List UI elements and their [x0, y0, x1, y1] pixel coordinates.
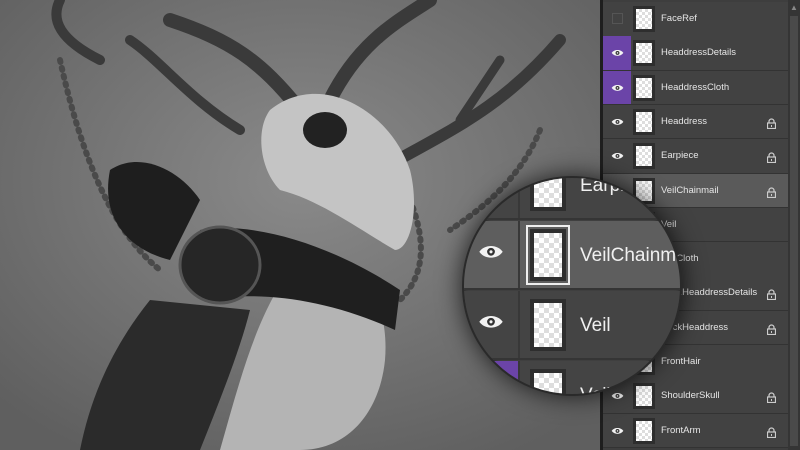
layer-name: Earpiece — [580, 176, 655, 196]
skull-eye-socket — [303, 112, 347, 148]
hidden-checkbox — [611, 13, 623, 25]
layer-thumbnail — [530, 369, 566, 394]
layer-row[interactable]: FaceRef — [603, 2, 788, 37]
visibility-toggle[interactable] — [603, 105, 631, 139]
layer-thumbnail — [633, 6, 655, 32]
lock-icon[interactable] — [766, 390, 777, 404]
visibility-toggle — [464, 291, 520, 358]
lock-icon[interactable] — [766, 322, 777, 335]
layer-name: FaceRef — [661, 13, 697, 24]
eye-icon — [611, 147, 624, 165]
layer-thumbnail — [633, 417, 655, 444]
layer-thumbnail — [633, 74, 655, 101]
layer-name: FrontArm — [661, 424, 701, 436]
eye-icon — [478, 244, 504, 265]
layer-row[interactable]: FrontArm — [603, 413, 788, 449]
visibility-toggle — [464, 221, 520, 288]
layer-thumbnail — [633, 40, 655, 67]
layer-name: HeaddressCloth — [661, 81, 730, 93]
layer-name: HeaddressDetails — [661, 47, 736, 59]
visibility-toggle[interactable] — [603, 139, 631, 173]
layer-row[interactable]: Headdress — [603, 104, 788, 140]
layer-row[interactable]: Earpiece — [603, 139, 788, 174]
magnified-layer-row: VeilCloth — [464, 361, 680, 396]
scrollbar-thumb[interactable] — [790, 16, 798, 446]
layer-thumbnail — [633, 143, 655, 170]
layer-thumbnail — [530, 299, 566, 351]
layer-name: Veil — [580, 315, 611, 336]
magnified-layer-row: VeilChainmail — [464, 221, 680, 290]
lock-icon[interactable] — [766, 425, 777, 438]
visibility-toggle[interactable] — [603, 36, 631, 70]
earpiece — [178, 225, 262, 305]
layer-thumbnail — [530, 178, 566, 211]
eye-icon — [478, 314, 504, 335]
layer-row[interactable]: HeaddressCloth — [603, 70, 788, 106]
scroll-up-icon[interactable]: ▲ — [790, 3, 798, 12]
layer-name: VeilCloth — [580, 385, 655, 396]
eye-icon — [611, 421, 624, 439]
visibility-toggle — [464, 361, 520, 394]
magnified-layer-row: Earpiece — [464, 176, 680, 220]
lock-icon[interactable] — [766, 185, 777, 198]
visibility-toggle — [464, 178, 520, 218]
layer-name: Headdress — [661, 115, 707, 127]
eye-icon — [611, 44, 624, 62]
layer-name: VeilChainmail — [580, 245, 680, 266]
layer-thumbnail — [526, 225, 570, 285]
lock-icon[interactable] — [766, 287, 777, 301]
magnified-layer-row: Veil — [464, 291, 680, 360]
layer-row[interactable]: HeaddressDetails — [603, 36, 788, 71]
eye-icon — [611, 113, 624, 131]
visibility-toggle[interactable] — [603, 2, 631, 36]
lock-icon[interactable] — [766, 150, 777, 164]
visibility-toggle[interactable] — [603, 414, 631, 448]
magnifier-lens: Earpiece VeilChainmail Veil VeilCloth — [462, 176, 682, 396]
visibility-toggle[interactable] — [603, 70, 631, 105]
layer-name: Earpiece — [661, 150, 699, 162]
lock-icon[interactable] — [766, 116, 777, 129]
layers-scrollbar[interactable]: ▲ — [788, 0, 800, 450]
layer-thumbnail — [633, 108, 655, 135]
eye-icon — [611, 78, 624, 96]
